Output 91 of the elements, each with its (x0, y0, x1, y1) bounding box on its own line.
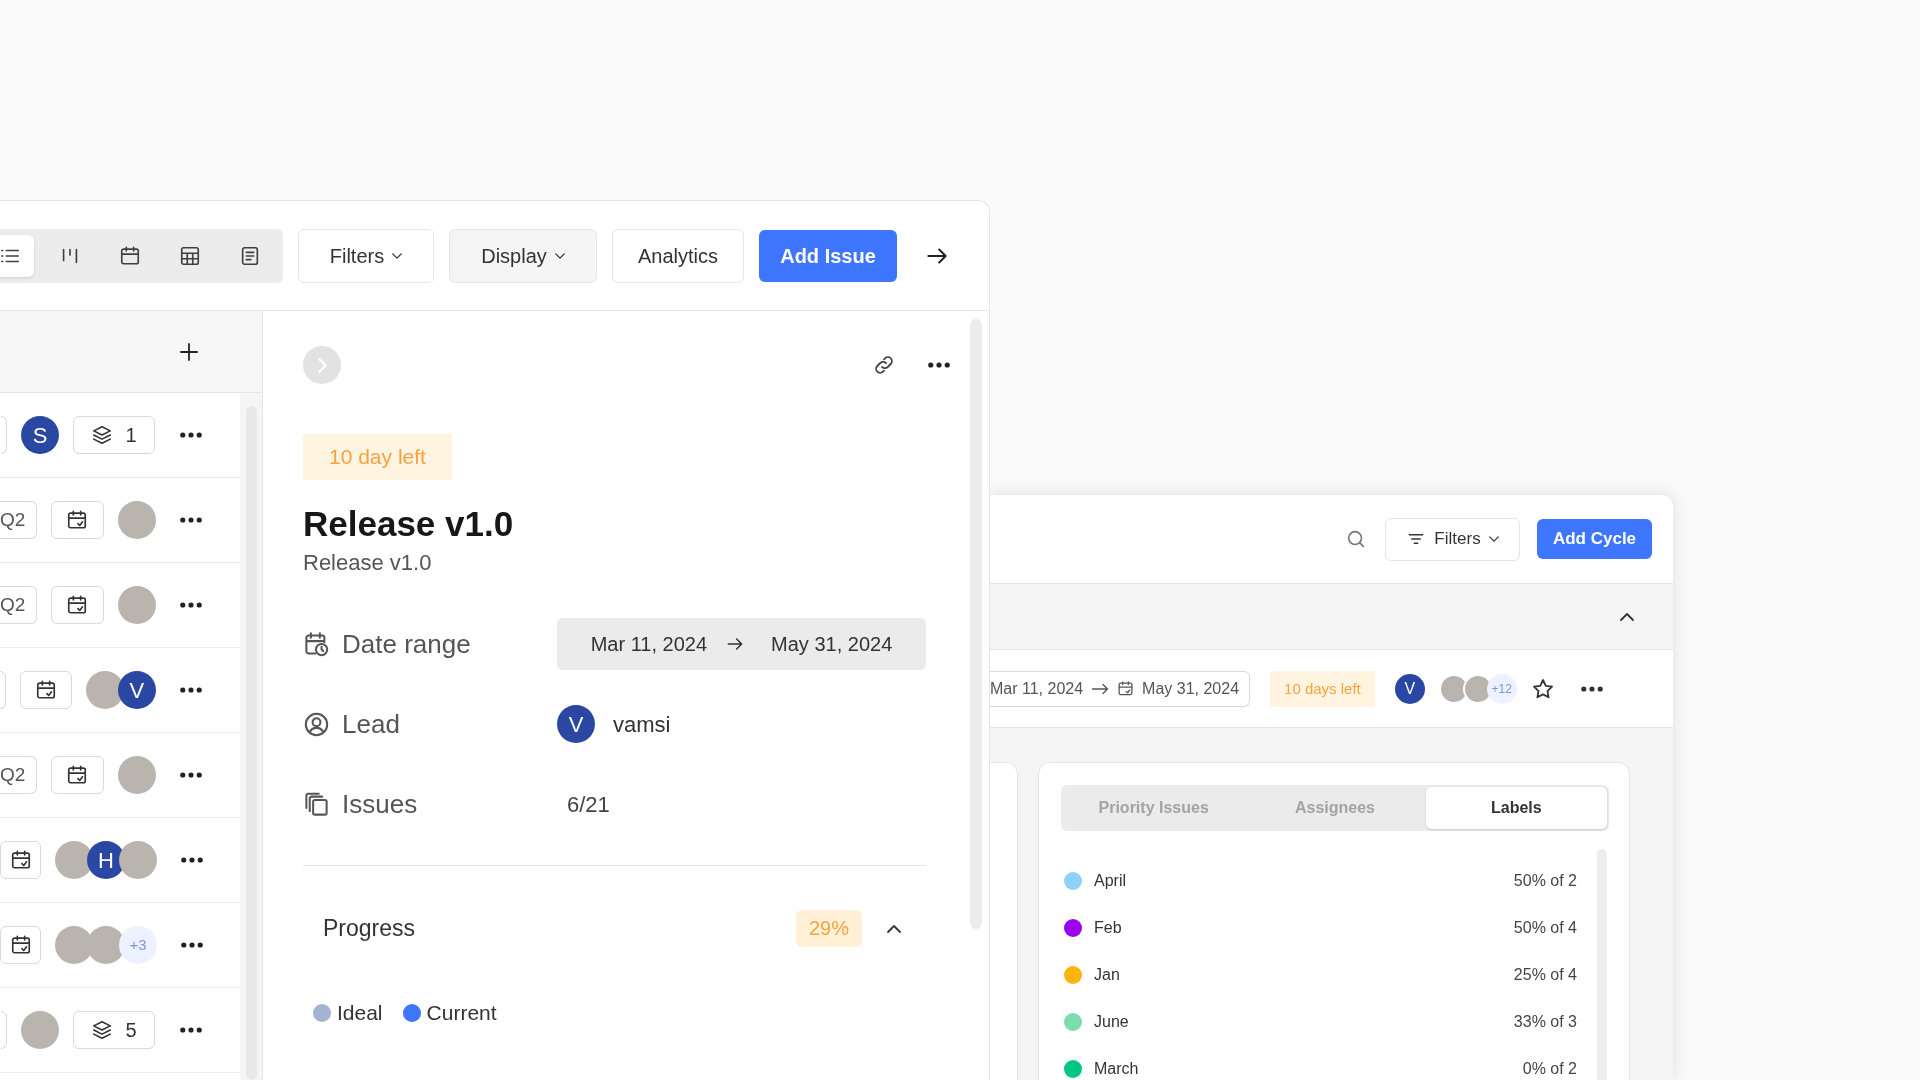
more-members-count: +3 (119, 926, 157, 964)
more-icon (929, 363, 949, 367)
issues-icon (303, 790, 330, 818)
more-icon (181, 433, 201, 437)
calendar-icon (1117, 680, 1135, 697)
cycle-title: Release v1.0 (303, 503, 515, 545)
avatar-photo-placeholder (21, 1011, 59, 1049)
layers-icon (91, 1019, 114, 1041)
due-date-button[interactable] (51, 756, 104, 794)
due-date-button[interactable] (19, 671, 72, 709)
legend-label: Ideal (337, 1000, 383, 1026)
label-issue-count: 50% of 4 (1513, 917, 1577, 938)
legend-label: Current (426, 1000, 497, 1026)
add-cycle-button[interactable]: Add Cycle (1537, 519, 1652, 559)
label-name: March (1094, 1058, 1140, 1079)
calendar-icon (119, 244, 141, 267)
chevron-down-icon (554, 252, 565, 259)
due-date-button[interactable] (51, 501, 104, 539)
cycle-chip[interactable]: Q2 (0, 756, 37, 794)
label-issue-count: 50% of 2 (1513, 870, 1577, 891)
favorite-button[interactable] (1530, 676, 1555, 701)
more-icon (182, 858, 202, 862)
filters-dropdown[interactable]: Filters (298, 228, 434, 283)
more-members-count: +12 (1486, 673, 1517, 704)
avatar-photo-placeholder (117, 586, 156, 624)
property-label: Lead (342, 707, 400, 741)
chevron-right-icon (317, 357, 327, 373)
filters-dropdown[interactable]: Filters (1385, 517, 1520, 561)
progress-percent-badge: 29% (795, 910, 862, 947)
label-name: Feb (1094, 917, 1123, 938)
avatar-photo-placeholder (117, 501, 156, 539)
calendar-icon (9, 849, 32, 871)
avatar: V (117, 671, 156, 709)
days-left-badge: 10 day left (303, 434, 452, 480)
label-name: June (1094, 1011, 1130, 1032)
cycle-chip[interactable]: Q2 (0, 501, 37, 539)
label-name: Jan (1094, 964, 1121, 985)
more-icon (181, 688, 202, 692)
label-issue-count: 25% of 4 (1513, 964, 1577, 985)
label-issue-count: 33% of 3 (1513, 1011, 1577, 1032)
avatar-photo-placeholder (119, 841, 157, 879)
analytics-button[interactable]: Analytics (612, 228, 744, 283)
sub-issues-button[interactable]: 1 (73, 416, 155, 454)
label-name: April (1094, 870, 1127, 891)
calendar-icon (66, 594, 89, 616)
star-icon (1530, 676, 1555, 701)
cycle-description: Release v1.0 (303, 549, 433, 577)
avatar: S (21, 416, 59, 454)
more-icon (182, 943, 202, 947)
calendar-icon (34, 679, 57, 701)
cycle-chip[interactable]: Q2 (0, 586, 37, 624)
search-button[interactable] (1345, 528, 1367, 550)
lead-name: vamsi (613, 710, 671, 739)
chevron-down-icon (1488, 536, 1499, 542)
due-date-button[interactable] (0, 841, 41, 879)
sub-issues-button[interactable]: 5 (73, 1011, 155, 1049)
layout-button[interactable] (0, 234, 34, 277)
calendar-icon (9, 934, 32, 956)
property-label: Issues (342, 787, 418, 821)
issue-count: 6/21 (567, 790, 610, 819)
calendar-icon (66, 764, 89, 786)
add-issue-button[interactable]: Add Issue (759, 229, 897, 282)
display-dropdown[interactable]: Display (449, 228, 597, 283)
due-date-button[interactable] (51, 586, 104, 624)
chevron-up-icon (887, 924, 901, 933)
link-icon (872, 353, 896, 377)
calendar-icon (66, 509, 89, 531)
date-range-picker[interactable]: Mar 11, 2024 May 31, 2024 (557, 618, 926, 670)
user-icon (303, 710, 330, 738)
more-icon (181, 1028, 201, 1032)
chevron-down-icon (392, 252, 403, 259)
grid-icon (179, 244, 201, 267)
document-icon (239, 244, 261, 267)
avatar: V (1394, 673, 1425, 704)
tab[interactable]: Labels (1425, 787, 1607, 829)
search-icon (1345, 528, 1367, 550)
due-date-button[interactable] (0, 926, 41, 964)
days-left-badge: 10 days left (1270, 670, 1375, 707)
progress-heading: Progress (323, 914, 417, 944)
calendar-clock-icon (303, 630, 330, 658)
label-issue-count: 0% of 2 (1522, 1058, 1577, 1079)
more-icon (181, 518, 202, 522)
layers-icon (91, 424, 114, 446)
more-icon (181, 603, 202, 607)
date-range-button[interactable]: Mar 11, 2024 May 31, 2024 (990, 670, 1251, 707)
chevron-up-icon (1620, 612, 1634, 621)
property-label: Date range (342, 627, 471, 661)
more-icon (181, 773, 202, 777)
more-icon (1581, 686, 1602, 691)
avatar-photo-placeholder (117, 756, 156, 794)
avatar: V (557, 705, 595, 743)
